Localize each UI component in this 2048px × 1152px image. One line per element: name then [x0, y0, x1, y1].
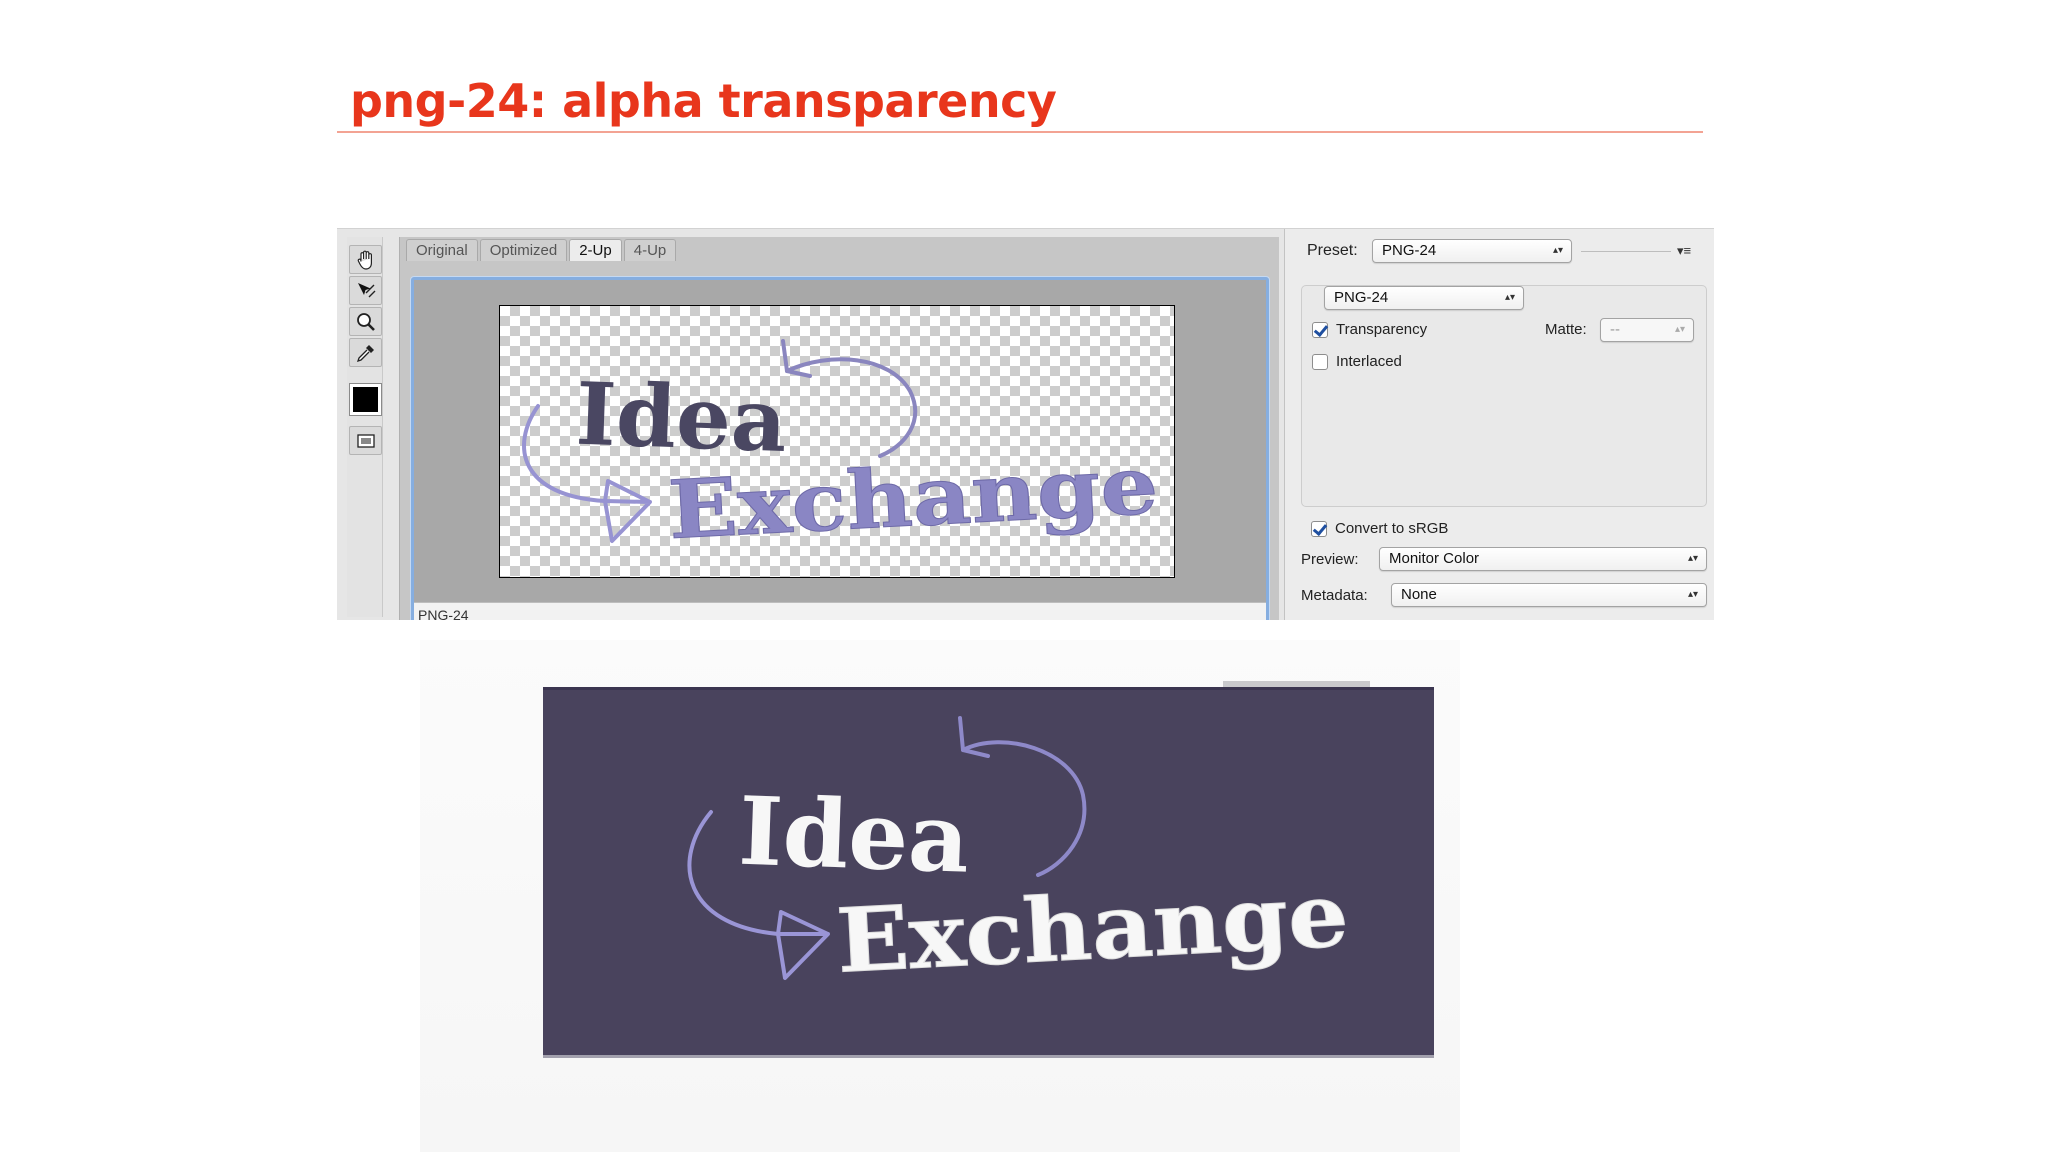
document-area: Original Optimized 2-Up 4-Up Idea Exchan… [399, 237, 1279, 620]
swatch-color [353, 387, 378, 412]
transparency-checkbox[interactable] [1312, 322, 1328, 338]
metadata-select[interactable]: None ▴▾ [1391, 583, 1707, 607]
matte-select[interactable]: -- ▴▾ [1600, 318, 1694, 342]
preview-label: Preview: [1301, 551, 1359, 568]
preset-label: Preset: [1307, 242, 1358, 259]
save-for-web-dialog: Original Optimized 2-Up 4-Up Idea Exchan… [337, 228, 1714, 620]
preset-divider [1581, 251, 1671, 252]
format-settings-group: PNG-24 ▴▾ Transparency Interlaced Matte:… [1301, 285, 1707, 507]
title-divider [337, 131, 1703, 133]
metadata-value: None [1401, 586, 1437, 603]
updown-arrows-icon: ▴▾ [1552, 245, 1563, 256]
preset-select[interactable]: PNG-24 ▴▾ [1372, 239, 1572, 263]
updown-arrows-icon: ▴▾ [1687, 589, 1698, 600]
transparency-checkerboard: Idea Exchange [499, 305, 1175, 578]
optimize-settings-panel: Preset: PNG-24 ▴▾ ▾≡ PNG-24 ▴▾ Transpare… [1284, 229, 1714, 620]
logo-word-idea-light: Idea [737, 777, 971, 895]
preview-select[interactable]: Monitor Color ▴▾ [1379, 547, 1707, 571]
logo-on-transparent: Idea Exchange [522, 339, 1161, 558]
preset-value: PNG-24 [1382, 242, 1437, 259]
hand-icon[interactable] [349, 245, 382, 274]
metadata-label: Metadata: [1301, 587, 1368, 604]
eyedropper-icon[interactable] [349, 338, 382, 367]
optimize-menu-icon[interactable]: ▾≡ [1677, 243, 1691, 259]
tool-panel [347, 237, 383, 617]
convert-srgb-checkbox[interactable] [1311, 521, 1327, 537]
updown-arrows-icon: ▴▾ [1674, 324, 1685, 335]
updown-arrows-icon: ▴▾ [1687, 553, 1698, 564]
logo-on-dark-background: Idea Exchange [543, 687, 1434, 1058]
tab-2-up[interactable]: 2-Up [569, 239, 622, 261]
format-value: PNG-24 [1334, 289, 1389, 306]
tab-optimized[interactable]: Optimized [479, 239, 568, 261]
format-select[interactable]: PNG-24 ▴▾ [1324, 286, 1524, 310]
eyedropper-color-swatch[interactable] [349, 383, 382, 416]
matte-label: Matte: [1545, 321, 1587, 338]
interlaced-checkbox[interactable] [1312, 354, 1328, 370]
toggle-slices-icon[interactable] [349, 426, 382, 455]
logo-on-dark: Idea Exchange [687, 716, 1351, 993]
updown-arrows-icon: ▴▾ [1504, 292, 1515, 303]
pane-caption: PNG-24 [414, 602, 1266, 620]
tab-original[interactable]: Original [406, 239, 478, 261]
interlaced-label: Interlaced [1336, 353, 1402, 370]
optimized-preview-pane[interactable]: Idea Exchange PNG-24 [411, 277, 1269, 620]
zoom-icon[interactable] [349, 307, 382, 336]
matte-value: -- [1610, 321, 1620, 338]
view-tabs: Original Optimized 2-Up 4-Up [406, 239, 677, 261]
slice-select-icon[interactable] [349, 276, 382, 305]
transparency-label: Transparency [1336, 321, 1428, 338]
tab-4-up[interactable]: 4-Up [623, 239, 677, 261]
convert-srgb-label: Convert to sRGB [1335, 520, 1449, 537]
slide-title: png-24: alpha transparency [350, 74, 1057, 128]
logo-word-idea: Idea [574, 364, 788, 472]
preview-value: Monitor Color [1389, 550, 1480, 567]
